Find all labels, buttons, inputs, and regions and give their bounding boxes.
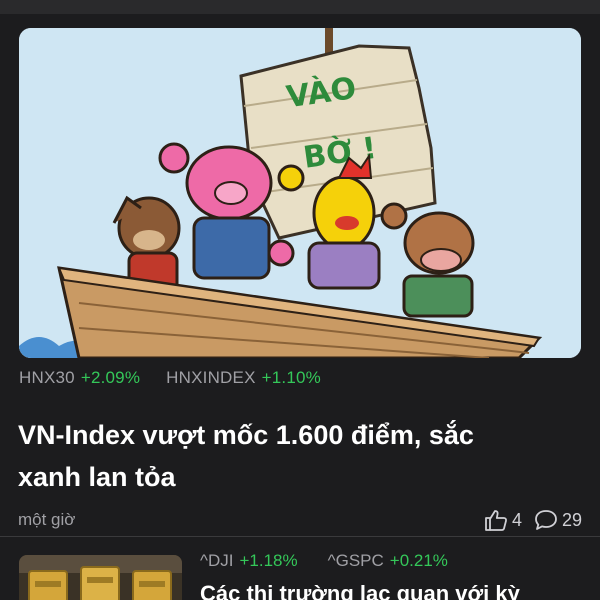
news-card[interactable]: ^DJI +1.18% ^GSPC +0.21% Các thị trường … [0,537,600,600]
like-count: 4 [511,509,522,530]
article-tickers: ^DJI +1.18% ^GSPC +0.21% [200,551,448,571]
ticker-gspc[interactable]: ^GSPC +0.21% [328,551,448,571]
article-stats: 4 29 [484,509,582,531]
ticker-change: +2.09% [80,368,141,387]
article-time: một giờ [18,510,76,529]
ticker-hnxindex[interactable]: HNXINDEX +1.10% [166,368,321,392]
article-headline[interactable]: Các thị trường lạc quan với kỳ [200,581,590,600]
ticker-change: +0.21% [389,551,448,570]
top-bar [0,0,600,14]
headline-line-2: xanh lan tỏa [18,462,176,492]
comment-count: 29 [561,509,582,530]
article-thumbnail[interactable] [19,555,182,600]
thumbs-up-icon [485,510,507,531]
article-image[interactable]: VÀO BỜ ! [19,28,581,358]
news-card[interactable]: VÀO BỜ ! HNX30 +2.09% HNXINDEX +1.10% VN… [0,14,600,536]
comment-icon [535,510,557,530]
comment-button[interactable]: 29 [534,509,582,531]
article-meta: một giờ 4 29 [18,508,582,532]
ticker-symbol: ^DJI [200,551,234,570]
ticker-symbol: HNXINDEX [166,368,256,387]
ticker-hnx30[interactable]: HNX30 +2.09% [19,368,140,392]
ticker-change: +1.10% [261,368,321,387]
article-tickers: HNX30 +2.09% HNXINDEX +1.10% [19,368,321,392]
ticker-symbol: HNX30 [19,368,75,387]
ticker-change: +1.18% [239,551,298,570]
article-headline[interactable]: VN-Index vượt mốc 1.600 điểm, sắc xanh l… [18,414,578,498]
ticker-dji[interactable]: ^DJI +1.18% [200,551,298,571]
like-button[interactable]: 4 [484,509,522,531]
headline-line-1: VN-Index vượt mốc 1.600 điểm, sắc [18,420,474,450]
ticker-symbol: ^GSPC [327,551,384,570]
